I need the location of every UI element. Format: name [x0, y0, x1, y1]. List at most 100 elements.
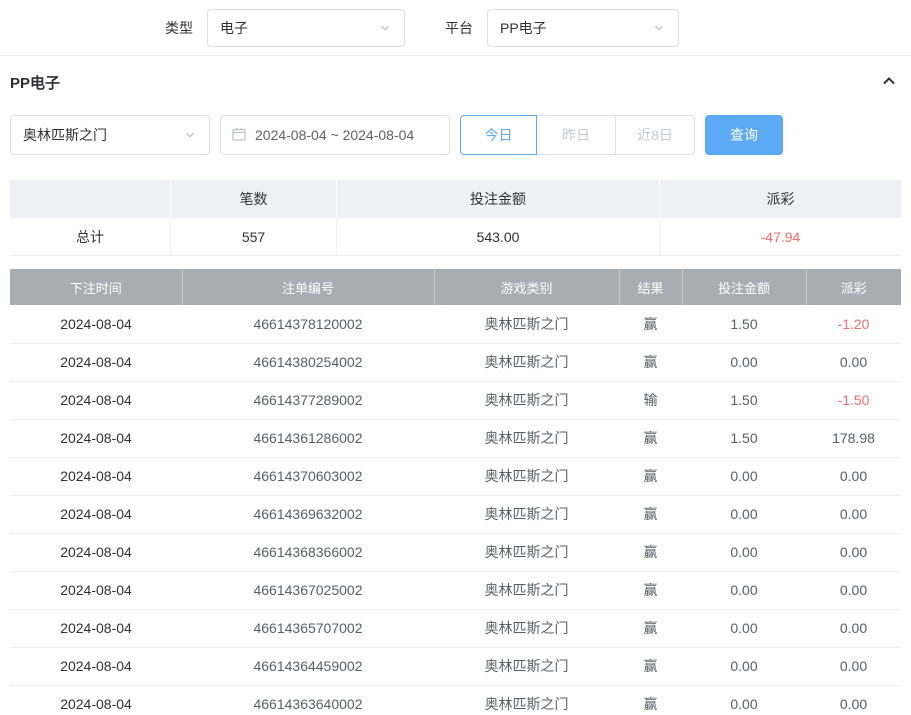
order-id-cell: 46614380254002: [182, 343, 434, 381]
chevron-down-icon: [652, 21, 666, 35]
payout-cell: 0.00: [806, 343, 901, 381]
payout-cell: 0.00: [806, 609, 901, 647]
platform-select-value: PP电子: [500, 18, 547, 38]
collapse-section-button[interactable]: [881, 73, 897, 92]
bet-amount-cell: 0.00: [682, 609, 806, 647]
section-title: PP电子: [10, 72, 60, 93]
game-type-cell: 奥林匹斯之门: [434, 609, 619, 647]
bet-amount-cell: 0.00: [682, 457, 806, 495]
last-8-days-button[interactable]: 近8日: [615, 115, 695, 155]
header-bet-time: 下注时间: [10, 269, 182, 305]
payout-cell: 0.00: [806, 647, 901, 685]
bet-amount-cell: 1.50: [682, 381, 806, 419]
bet-amount-cell: 0.00: [682, 647, 806, 685]
game-type-cell: 奥林匹斯之门: [434, 685, 619, 715]
summary-table: 笔数 投注金额 派彩 总计 557 543.00 -47.94: [10, 180, 901, 256]
chevron-down-icon: [378, 21, 392, 35]
type-select[interactable]: 电子: [207, 9, 405, 47]
bet-amount-cell: 0.00: [682, 533, 806, 571]
result-cell: 赢: [619, 343, 682, 381]
summary-header-empty: [10, 180, 171, 218]
bet-amount-cell: 1.50: [682, 419, 806, 457]
header-game-type: 游戏类别: [434, 269, 619, 305]
order-id-cell: 46614365707002: [182, 609, 434, 647]
table-row: 2024-08-04 46614369632002 奥林匹斯之门 赢 0.00 …: [10, 495, 901, 533]
bet-time-cell: 2024-08-04: [10, 533, 182, 571]
table-row: 2024-08-04 46614367025002 奥林匹斯之门 赢 0.00 …: [10, 571, 901, 609]
result-cell: 赢: [619, 457, 682, 495]
summary-payout-value: -47.94: [660, 218, 901, 256]
game-type-cell: 奥林匹斯之门: [434, 305, 619, 343]
order-id-cell: 46614361286002: [182, 419, 434, 457]
header-result: 结果: [619, 269, 682, 305]
section-header: PP电子: [0, 72, 911, 93]
bets-table-head: 下注时间 注单编号 游戏类别 结果 投注金额 派彩: [10, 269, 901, 305]
bet-amount-cell: 0.00: [682, 343, 806, 381]
type-field: 类型 电子: [165, 9, 405, 47]
result-cell: 赢: [619, 609, 682, 647]
bet-time-cell: 2024-08-04: [10, 381, 182, 419]
game-type-cell: 奥林匹斯之门: [434, 533, 619, 571]
type-select-value: 电子: [220, 18, 248, 38]
order-id-cell: 46614377289002: [182, 381, 434, 419]
search-button[interactable]: 查询: [705, 115, 783, 155]
summary-total-label: 总计: [10, 218, 171, 256]
table-row: 2024-08-04 46614368366002 奥林匹斯之门 赢 0.00 …: [10, 533, 901, 571]
today-button[interactable]: 今日: [460, 115, 537, 155]
bet-time-cell: 2024-08-04: [10, 609, 182, 647]
order-id-cell: 46614368366002: [182, 533, 434, 571]
game-type-cell: 奥林匹斯之门: [434, 571, 619, 609]
platform-select[interactable]: PP电子: [487, 9, 679, 47]
summary-total-row: 总计 557 543.00 -47.94: [10, 218, 901, 256]
order-id-cell: 46614369632002: [182, 495, 434, 533]
date-range-value: 2024-08-04 ~ 2024-08-04: [255, 127, 414, 143]
bet-time-cell: 2024-08-04: [10, 305, 182, 343]
game-select-value: 奥林匹斯之门: [23, 125, 107, 145]
result-cell: 赢: [619, 571, 682, 609]
table-row: 2024-08-04 46614361286002 奥林匹斯之门 赢 1.50 …: [10, 419, 901, 457]
bet-amount-cell: 0.00: [682, 685, 806, 715]
game-type-cell: 奥林匹斯之门: [434, 381, 619, 419]
header-payout: 派彩: [806, 269, 901, 305]
bet-amount-cell: 1.50: [682, 305, 806, 343]
chevron-down-icon: [183, 128, 197, 142]
result-cell: 赢: [619, 495, 682, 533]
game-select[interactable]: 奥林匹斯之门: [10, 115, 210, 155]
order-id-cell: 46614363640002: [182, 685, 434, 715]
yesterday-button[interactable]: 昨日: [536, 115, 616, 155]
summary-header-bet-amount: 投注金额: [337, 180, 660, 218]
table-row: 2024-08-04 46614378120002 奥林匹斯之门 赢 1.50 …: [10, 305, 901, 343]
header-order-id: 注单编号: [182, 269, 434, 305]
order-id-cell: 46614370603002: [182, 457, 434, 495]
bet-amount-cell: 0.00: [682, 495, 806, 533]
order-id-cell: 46614367025002: [182, 571, 434, 609]
game-type-cell: 奥林匹斯之门: [434, 457, 619, 495]
payout-cell: 0.00: [806, 533, 901, 571]
filter-row: 奥林匹斯之门 2024-08-04 ~ 2024-08-04 今日 昨日 近8日…: [0, 115, 911, 155]
order-id-cell: 46614378120002: [182, 305, 434, 343]
result-cell: 赢: [619, 647, 682, 685]
date-range-input[interactable]: 2024-08-04 ~ 2024-08-04: [220, 115, 450, 155]
payout-cell: 0.00: [806, 571, 901, 609]
payout-cell: 178.98: [806, 419, 901, 457]
summary-count-value: 557: [171, 218, 337, 256]
bets-table: 下注时间 注单编号 游戏类别 结果 投注金额 派彩 2024-08-04 466…: [10, 269, 901, 715]
payout-cell: 0.00: [806, 685, 901, 715]
payout-cell: -1.20: [806, 305, 901, 343]
bet-time-cell: 2024-08-04: [10, 495, 182, 533]
order-id-cell: 46614364459002: [182, 647, 434, 685]
result-cell: 输: [619, 381, 682, 419]
table-row: 2024-08-04 46614363640002 奥林匹斯之门 赢 0.00 …: [10, 685, 901, 715]
result-cell: 赢: [619, 419, 682, 457]
table-row: 2024-08-04 46614380254002 奥林匹斯之门 赢 0.00 …: [10, 343, 901, 381]
game-type-cell: 奥林匹斯之门: [434, 343, 619, 381]
bet-time-cell: 2024-08-04: [10, 457, 182, 495]
platform-field: 平台 PP电子: [445, 9, 679, 47]
calendar-icon: [231, 126, 247, 145]
payout-cell: -1.50: [806, 381, 901, 419]
game-type-cell: 奥林匹斯之门: [434, 419, 619, 457]
quick-date-button-group: 今日 昨日 近8日: [460, 115, 695, 155]
bet-time-cell: 2024-08-04: [10, 419, 182, 457]
game-type-cell: 奥林匹斯之门: [434, 647, 619, 685]
table-row: 2024-08-04 46614377289002 奥林匹斯之门 输 1.50 …: [10, 381, 901, 419]
